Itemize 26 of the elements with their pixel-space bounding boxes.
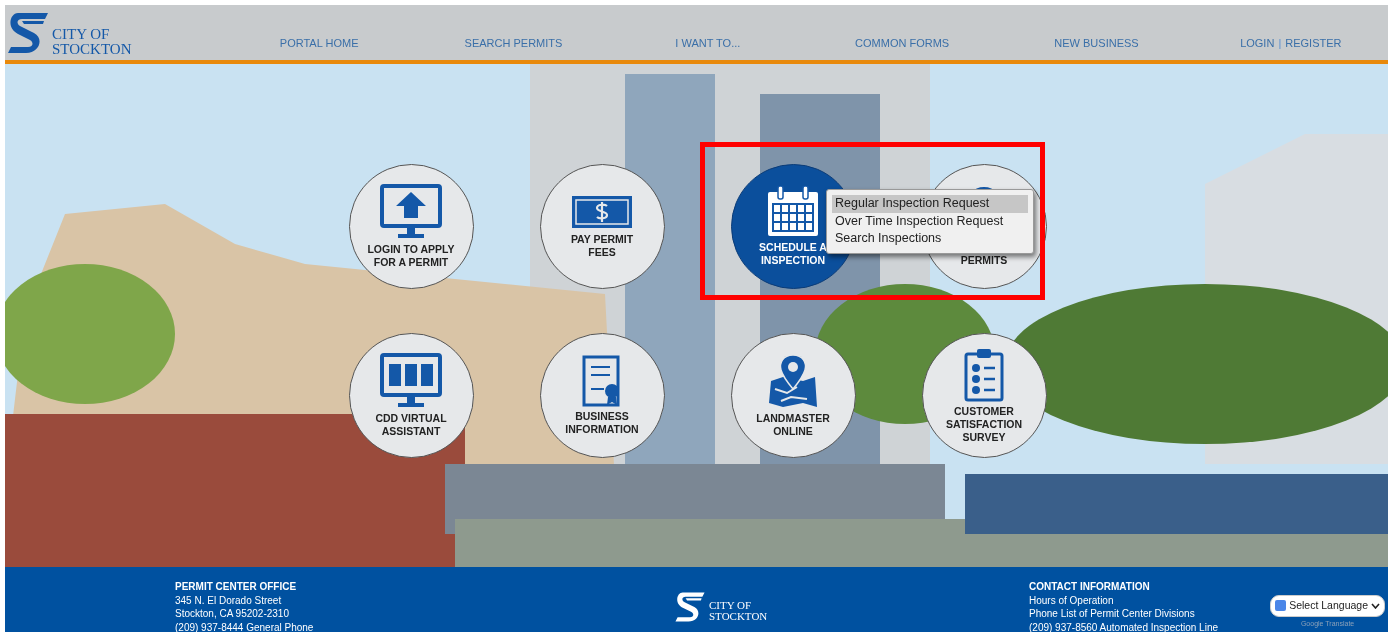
footer-text: (209) 937-8444 General Phone (175, 620, 315, 632)
separator: | (1278, 36, 1282, 49)
clipboard-icon (964, 347, 1004, 402)
translate-icon (1275, 600, 1287, 612)
caret-icon (1371, 602, 1380, 609)
footer-text: 345 N. El Dorado Street (175, 593, 283, 607)
calendar-icon (766, 186, 820, 238)
menu-item[interactable]: Regular Inspection Request (832, 195, 1028, 213)
language-select[interactable]: Select Language (1270, 595, 1385, 617)
logo-text: STOCKTON (709, 611, 768, 622)
banknote-icon (570, 194, 634, 230)
logo-icon (8, 11, 48, 55)
footer-text: Phone List of Permit Center Divisions (1029, 607, 1196, 621)
logo-text: STOCKTON (52, 42, 132, 57)
footer-text: (209) 937-8560 Automated Inspection Line (1029, 620, 1220, 632)
monitor-icon (380, 184, 442, 240)
footer-heading: PERMIT CENTER OFFICE (175, 580, 298, 594)
monitor-icon (380, 353, 442, 409)
logo-text: CITY OF (52, 27, 111, 42)
certificate-icon (582, 355, 622, 407)
logo-icon (675, 591, 705, 623)
footer-text: Stockton, CA 95202-2310 (175, 607, 290, 621)
footer-heading: CONTACT INFORMATION (1029, 580, 1151, 594)
logo-text: CITY OF (709, 600, 753, 611)
map-pin-icon (767, 353, 819, 409)
footer-text: Hours of Operation (1029, 593, 1115, 607)
